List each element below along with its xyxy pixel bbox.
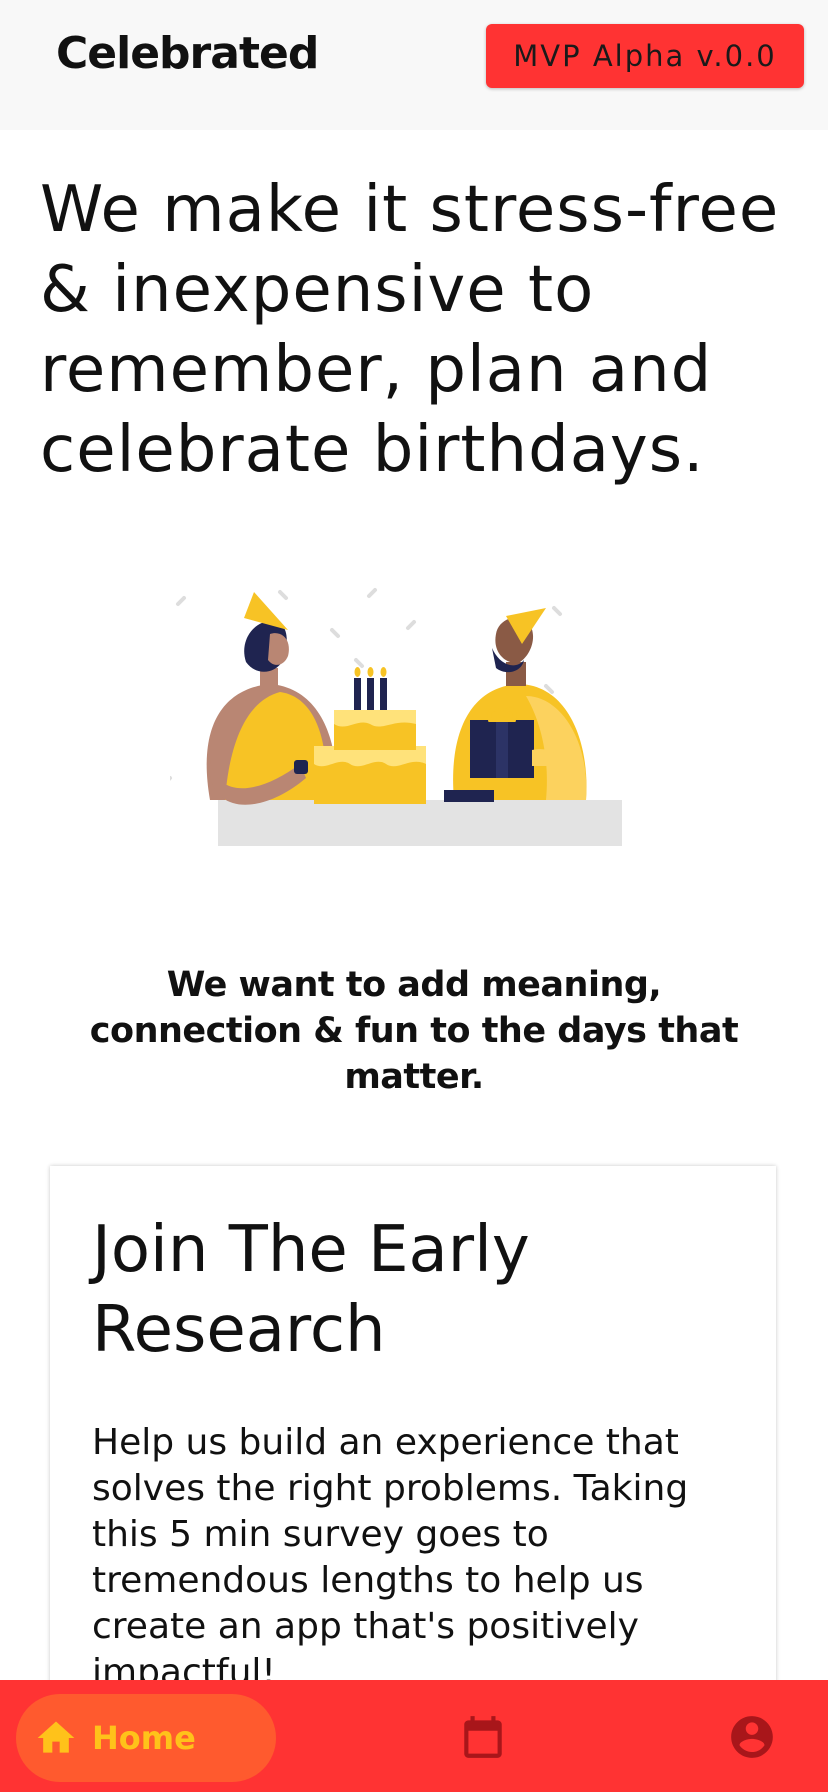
- birthday-celebration-illustration: [170, 588, 622, 846]
- nav-home-label: Home: [92, 1719, 196, 1757]
- nav-home[interactable]: Home: [16, 1694, 276, 1782]
- hero-heading: We make it stress-free & inexpensive to …: [40, 173, 780, 487]
- app-title: Celebrated: [56, 28, 319, 79]
- app-bar: Celebrated MVP Alpha v.0.0: [0, 0, 828, 130]
- account-circle-icon: [727, 1712, 777, 1762]
- home-icon: [34, 1716, 78, 1760]
- card-title: Join The Early Research: [92, 1213, 530, 1367]
- version-button[interactable]: MVP Alpha v.0.0: [486, 24, 804, 88]
- main-content[interactable]: We make it stress-free & inexpensive to …: [0, 130, 828, 1680]
- bottom-navigation: Home: [0, 1680, 828, 1792]
- nav-calendar[interactable]: [458, 1712, 508, 1762]
- research-card[interactable]: Join The Early Research Help us build an…: [50, 1166, 776, 1680]
- card-body: Help us build an experience that solves …: [92, 1422, 689, 1680]
- nav-profile[interactable]: [727, 1712, 777, 1762]
- mission-statement: We want to add meaning, connection & fun…: [89, 965, 739, 1097]
- calendar-icon: [458, 1712, 508, 1762]
